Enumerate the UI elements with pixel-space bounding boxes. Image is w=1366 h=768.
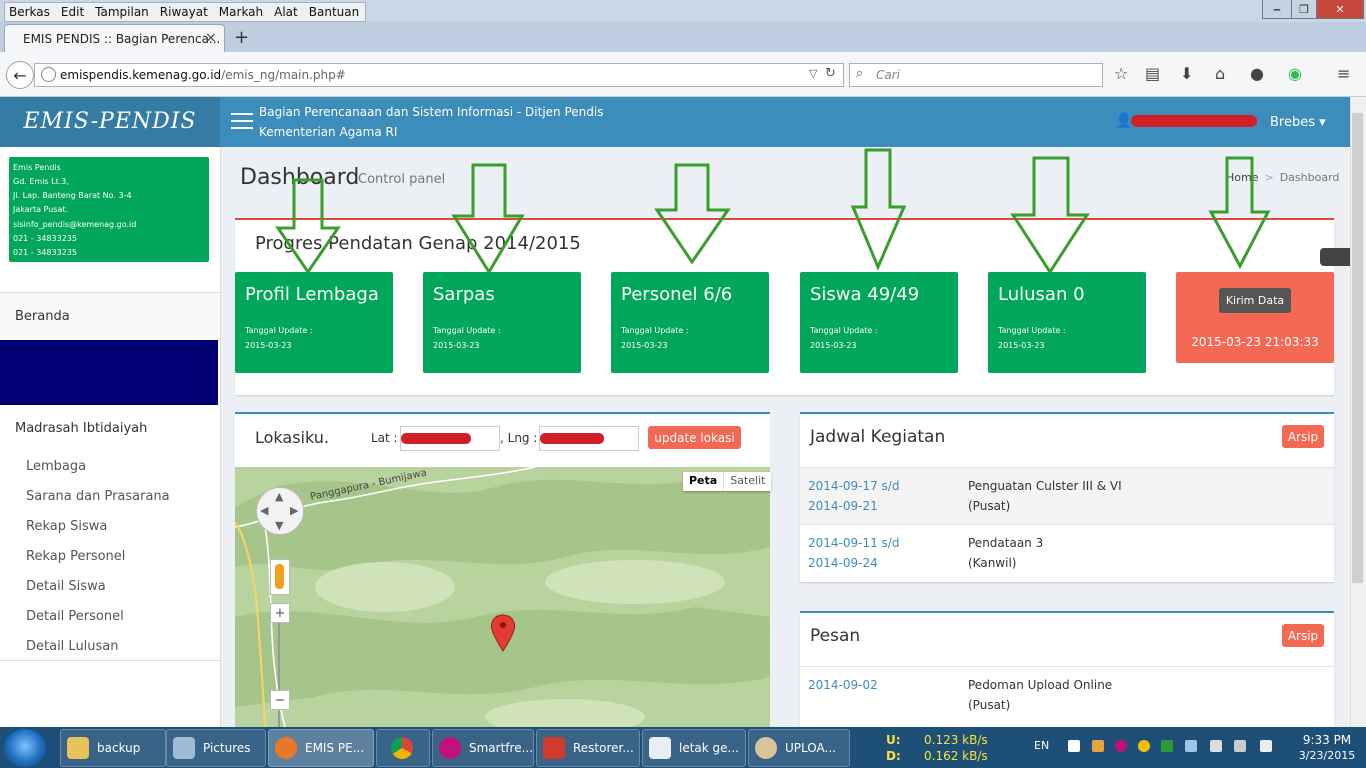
computer-icon <box>173 737 195 759</box>
schedule-date-end[interactable]: 2014-09-21 <box>808 499 878 513</box>
lat-input[interactable] <box>400 426 500 451</box>
start-button[interactable] <box>4 729 46 767</box>
task-label: EMIS PE... <box>305 741 365 755</box>
task-label: backup <box>97 741 141 755</box>
tray-smartfren-icon[interactable] <box>1115 740 1127 752</box>
tray-norton-icon[interactable] <box>1138 740 1150 752</box>
arrow-down-icon <box>451 163 525 275</box>
restorer-icon <box>543 737 565 759</box>
schedule-event: Pendataan 3 <box>968 536 1044 550</box>
net-upload-value: 0.123 kB/s <box>924 733 988 747</box>
lng-label: , Lng : <box>500 431 538 445</box>
flag-icon[interactable] <box>1068 740 1080 752</box>
schedule-date-start[interactable]: 2014-09-11 s/d <box>808 536 899 550</box>
clock-time[interactable]: 9:33 PM <box>1297 733 1357 747</box>
pan-right-icon[interactable]: ▶ <box>290 504 298 517</box>
map-type-control: Peta Satelit <box>683 472 772 491</box>
side-panel-tab[interactable] <box>1320 248 1350 266</box>
arrow-down-icon <box>1010 156 1090 275</box>
task-label: Restorer... <box>573 741 634 755</box>
smartfren-icon <box>439 737 461 759</box>
table-row <box>800 524 1334 581</box>
language-indicator[interactable]: EN <box>1034 739 1049 752</box>
schedule-date-end[interactable]: 2014-09-24 <box>808 556 878 570</box>
schedule-level: (Pusat) <box>968 499 1011 513</box>
update-location-button[interactable]: update lokasi <box>648 426 741 449</box>
map[interactable]: Panggapura - Bumijawa <box>235 467 770 727</box>
pan-up-icon[interactable]: ▲ <box>275 490 283 503</box>
arrow-down-icon <box>275 178 341 275</box>
arrow-down-icon <box>1208 156 1271 270</box>
schedule-level: (Kanwil) <box>968 556 1017 570</box>
task-label: Pictures <box>203 741 251 755</box>
messages-archive-button[interactable]: Arsip <box>1282 624 1324 647</box>
zoom-out-button[interactable]: − <box>270 690 290 710</box>
task-chrome[interactable] <box>376 729 430 767</box>
clock-date[interactable]: 3/23/2015 <box>1297 749 1357 762</box>
word-document-icon <box>649 737 671 759</box>
task-label: letak ge... <box>679 741 739 755</box>
street-view-pegman-icon[interactable] <box>270 559 290 595</box>
folder-icon <box>67 737 89 759</box>
net-upload-label: U: <box>886 733 901 747</box>
firefox-icon <box>275 737 297 759</box>
map-type-peta[interactable]: Peta <box>683 472 723 491</box>
message-date[interactable]: 2014-09-02 <box>808 678 878 692</box>
pan-left-icon[interactable]: ◀ <box>260 504 268 517</box>
map-pan-control[interactable]: ▲ ▼ ◀ ▶ <box>256 487 304 535</box>
net-download-value: 0.162 kB/s <box>924 749 988 763</box>
tray-usb-icon[interactable] <box>1210 740 1222 752</box>
task-pictures[interactable]: Pictures <box>166 729 266 767</box>
table-row <box>800 467 1334 525</box>
message-subject: Pedoman Upload Online <box>968 678 1113 692</box>
lng-input[interactable] <box>539 426 639 451</box>
task-restorer[interactable]: Restorer... <box>536 729 640 767</box>
redacted-value <box>401 433 471 444</box>
table-row <box>800 666 1334 724</box>
tray-volume-icon[interactable] <box>1260 740 1272 752</box>
task-smartfren[interactable]: Smartfre... <box>432 729 534 767</box>
map-type-satelit[interactable]: Satelit <box>723 472 771 491</box>
arrow-down-icon <box>850 148 907 271</box>
net-download-label: D: <box>886 749 901 763</box>
tray-network-icon[interactable] <box>1185 740 1197 752</box>
scrollbar-thumb[interactable] <box>1352 113 1363 583</box>
lat-label: Lat : <box>371 431 398 445</box>
schedule-date-start[interactable]: 2014-09-17 s/d <box>808 479 899 493</box>
schedule-archive-button[interactable]: Arsip <box>1282 425 1324 448</box>
location-title: Lokasiku. <box>255 428 329 447</box>
message-level: (Pusat) <box>968 698 1011 712</box>
arrow-down-icon <box>654 163 731 265</box>
task-firefox[interactable]: EMIS PE... <box>268 729 374 767</box>
task-paint[interactable]: UPLOA... <box>748 729 850 767</box>
chrome-icon <box>391 737 413 759</box>
paint-palette-icon <box>755 737 777 759</box>
redacted-value <box>540 433 604 444</box>
tray-shield-icon[interactable] <box>1161 740 1173 752</box>
pan-down-icon[interactable]: ▼ <box>275 519 283 532</box>
task-label: Smartfre... <box>469 741 534 755</box>
task-label: UPLOA... <box>785 741 836 755</box>
zoom-in-button[interactable]: + <box>270 603 290 623</box>
tray-app-icon[interactable] <box>1092 740 1104 752</box>
tray-monitor-icon[interactable] <box>1234 740 1246 752</box>
schedule-event: Penguatan Culster III & VI <box>968 479 1122 493</box>
messages-title: Pesan <box>810 626 861 646</box>
schedule-title: Jadwal Kegiatan <box>810 427 946 447</box>
task-backup[interactable]: backup <box>60 729 166 767</box>
task-word[interactable]: letak ge... <box>642 729 746 767</box>
